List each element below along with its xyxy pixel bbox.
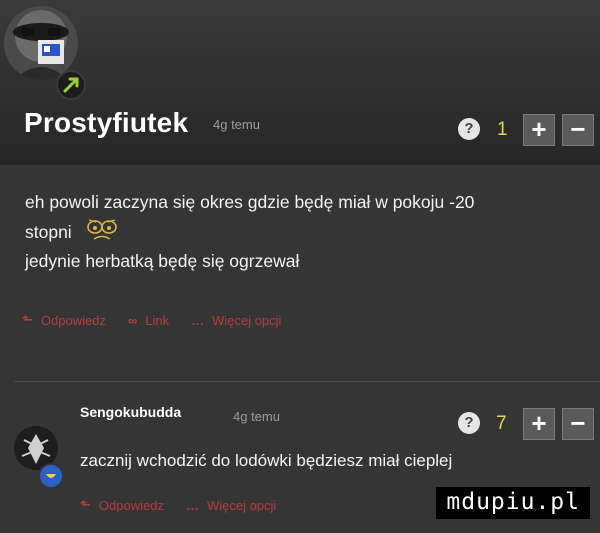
- reply-link[interactable]: ⬑ Odpowiedz: [80, 497, 164, 513]
- upvote-button[interactable]: +: [523, 408, 555, 440]
- comment-actions: ⬑ Odpowiedz ∞ Link … Więcej opcji: [22, 312, 281, 328]
- comment-line: stopni: [25, 222, 72, 242]
- vote-score: 7: [496, 413, 507, 434]
- upvote-button[interactable]: +: [523, 114, 555, 146]
- help-icon[interactable]: ?: [458, 118, 480, 140]
- site-watermark: mdupiu.pl: [436, 487, 590, 519]
- rank-badge-icon: [38, 463, 64, 489]
- reply-actions: ⬑ Odpowiedz … Więcej opcji: [80, 497, 276, 513]
- comment-username[interactable]: Prostyfiutek: [24, 107, 188, 139]
- reply-arrow-icon: ⬑: [22, 312, 33, 327]
- reply-label: Odpowiedz: [98, 497, 164, 513]
- reply-username[interactable]: Sengokubudda: [80, 404, 181, 420]
- comment-line: jedynie herbatką będę się ogrzewał: [25, 251, 300, 271]
- more-options-label: Więcej opcji: [206, 497, 277, 513]
- link-icon: ∞: [127, 312, 138, 328]
- more-options-label: Więcej opcji: [212, 312, 282, 328]
- comment-line-with-emoji: stopni: [25, 217, 585, 247]
- comment-header-background: [0, 0, 600, 165]
- comment-line: eh powoli zaczyna się okres gdzie będę m…: [25, 192, 475, 212]
- more-options-link[interactable]: … Więcej opcji: [186, 498, 276, 513]
- reply-body: zacznij wchodzić do lodówki będziesz mia…: [80, 451, 453, 470]
- comment-body: eh powoli zaczyna się okres gdzie będę m…: [25, 188, 585, 276]
- help-icon[interactable]: ?: [458, 412, 480, 434]
- tired-face-icon: [86, 219, 117, 240]
- avatar-image: [4, 6, 78, 80]
- comment-timestamp[interactable]: 4g temu: [213, 117, 260, 132]
- rank-badge-icon: [56, 70, 86, 100]
- reply-timestamp[interactable]: 4g temu: [233, 409, 280, 424]
- link-label: Link: [145, 312, 170, 328]
- more-options-link[interactable]: … Więcej opcji: [191, 313, 281, 328]
- comment-divider: [14, 381, 600, 382]
- reply-label: Odpowiedz: [40, 312, 106, 328]
- vote-score: 1: [497, 119, 508, 140]
- downvote-button[interactable]: −: [562, 114, 594, 146]
- reply-arrow-icon: ⬑: [80, 497, 91, 512]
- reply-link[interactable]: ⬑ Odpowiedz: [22, 312, 106, 328]
- ellipsis-icon: …: [185, 497, 199, 513]
- downvote-button[interactable]: −: [562, 408, 594, 440]
- avatar[interactable]: [4, 6, 78, 80]
- permalink[interactable]: ∞ Link: [128, 313, 169, 328]
- ellipsis-icon: …: [191, 312, 205, 328]
